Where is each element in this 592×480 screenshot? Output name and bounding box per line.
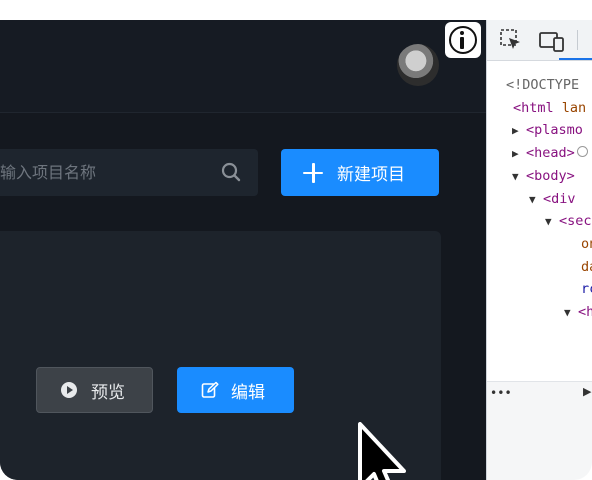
dom-token: <h: [578, 304, 592, 320]
new-project-label: 新建项目: [337, 165, 405, 185]
new-project-button[interactable]: 新建项目: [281, 149, 439, 196]
avatar[interactable]: [397, 44, 439, 86]
mouse-cursor-icon: [358, 422, 406, 480]
dom-token: rc/: [581, 281, 592, 298]
edit-label: 编辑: [231, 382, 265, 403]
devtools-bottom-pane: ••• ▶: [487, 381, 592, 480]
inspect-element-icon[interactable]: [500, 29, 522, 51]
collapse-icon[interactable]: ▼: [564, 302, 578, 324]
search-box: [0, 149, 258, 196]
expand-icon[interactable]: ▶: [512, 120, 526, 142]
play-icon: [61, 382, 77, 398]
dom-node-line[interactable]: ▼<h: [564, 301, 592, 323]
dom-token: <html: [513, 99, 562, 116]
dom-node-line[interactable]: <html lan: [513, 97, 586, 119]
plus-icon: [303, 162, 323, 183]
dom-node-line[interactable]: ▶ <head>: [512, 142, 588, 164]
preview-button[interactable]: 预览: [36, 367, 153, 413]
dom-token: only: [581, 235, 592, 252]
dom-node-line[interactable]: data: [581, 256, 592, 278]
info-button[interactable]: [445, 22, 481, 58]
expand-icon[interactable]: ▶: [512, 143, 526, 165]
preview-label: 预览: [91, 382, 125, 403]
dom-token: data: [581, 258, 592, 275]
dom-token: <div: [543, 190, 576, 207]
search-input[interactable]: [0, 149, 215, 196]
app-main: 新建项目 预览 编辑: [0, 20, 486, 480]
dom-node-line[interactable]: ▶ <plasmo: [512, 119, 583, 141]
more-icon[interactable]: •••: [490, 386, 512, 400]
dom-node-line[interactable]: only: [581, 233, 592, 255]
dom-node-line[interactable]: <!DOCTYPE: [506, 74, 579, 96]
app-header: [0, 20, 486, 113]
browser-window: 新建项目 预览 编辑: [0, 0, 592, 480]
dom-node-line[interactable]: rc/: [581, 278, 592, 300]
dom-token: <body>: [526, 167, 575, 184]
dom-token: <plasmo: [526, 122, 583, 139]
dom-token: <sec: [559, 213, 592, 230]
badge-icon: [576, 146, 588, 158]
devtools-panel: <!DOCTYPE <html lan ▶ <plasmo ▶ <head> ▼ <body>…: [486, 20, 592, 480]
collapse-icon[interactable]: ▼: [512, 166, 526, 188]
dom-token: <head>: [526, 145, 575, 162]
edit-button[interactable]: 编辑: [177, 367, 294, 413]
edit-icon: [201, 381, 219, 398]
devtools-toolbar: [487, 20, 592, 61]
dom-tree: <!DOCTYPE <html lan ▶ <plasmo ▶ <head> ▼ <body>…: [487, 60, 592, 384]
collapse-icon[interactable]: ▼: [545, 211, 559, 233]
expand-icon[interactable]: ▶: [583, 385, 591, 398]
device-toggle-icon[interactable]: [539, 30, 565, 52]
dom-token: lan: [561, 99, 587, 116]
dom-node-line[interactable]: ▼ <sec: [545, 210, 592, 232]
window-top-edge: [0, 0, 592, 20]
dom-node-line[interactable]: ▼ <div: [529, 188, 576, 210]
search-icon[interactable]: [221, 162, 241, 182]
collapse-icon[interactable]: ▼: [529, 189, 543, 211]
dom-node-line[interactable]: ▼ <body>: [512, 165, 575, 187]
dom-token: <!DOCTYPE: [506, 77, 580, 93]
